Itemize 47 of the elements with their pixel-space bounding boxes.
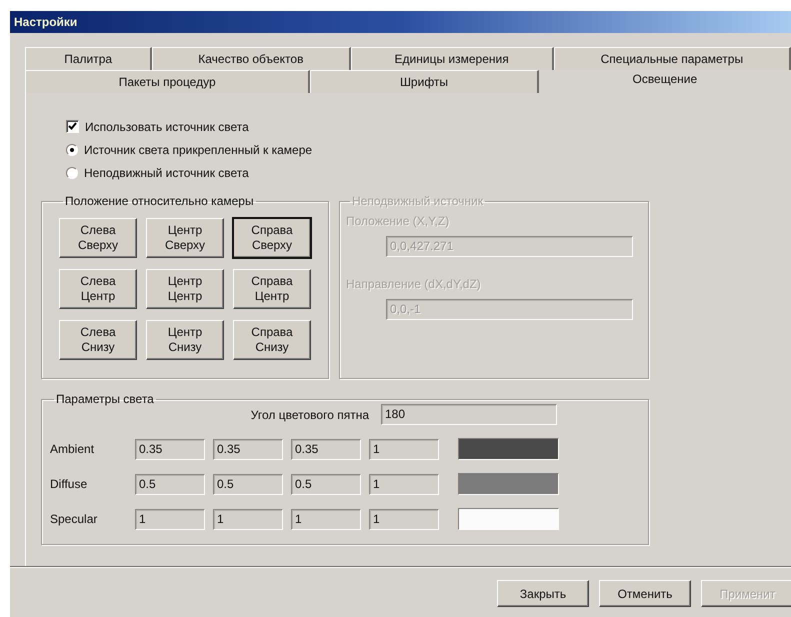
group-title: Неподвижный источник: [351, 194, 484, 208]
tab[interactable]: Качество объектов: [152, 47, 350, 70]
position-button[interactable]: Справа Центр: [233, 269, 311, 309]
color-swatch[interactable]: [458, 473, 559, 495]
input-field[interactable]: 1: [213, 508, 283, 530]
input-field[interactable]: 0.5: [213, 474, 283, 494]
window-title: Настройки: [14, 15, 78, 29]
input-field[interactable]: 1: [135, 508, 205, 530]
checkbox-label: Использовать источник света: [85, 120, 249, 134]
position-button[interactable]: Слева Снизу: [59, 320, 137, 360]
input-field[interactable]: 1: [369, 474, 439, 494]
position-button[interactable]: Центр Сверху: [146, 218, 224, 258]
position-button[interactable]: Слева Центр: [59, 269, 137, 309]
input-field[interactable]: 0.35: [213, 438, 283, 460]
radio-label: Неподвижный источник света: [84, 166, 249, 180]
input-field[interactable]: 1: [369, 438, 439, 460]
color-swatch[interactable]: [458, 438, 559, 460]
group-title: Параметры света: [55, 392, 155, 406]
checkbox[interactable]: [66, 120, 79, 133]
group-title: Положение относительно камеры: [64, 194, 255, 208]
input-field[interactable]: 1: [369, 508, 439, 530]
radio-button[interactable]: [66, 166, 78, 178]
color-swatch[interactable]: [458, 508, 559, 530]
position-button[interactable]: Справа Сверху: [233, 218, 311, 258]
row-label: Ambient: [50, 442, 96, 456]
input-field[interactable]: 0.5: [291, 474, 361, 494]
input-field[interactable]: 0.35: [291, 438, 361, 460]
tab[interactable]: Пакеты процедур: [25, 70, 310, 93]
row-label: Specular: [50, 512, 98, 526]
input-field[interactable]: 1: [291, 508, 361, 530]
radio-label: Источник света прикрепленный к камере: [84, 142, 312, 156]
input-field[interactable]: 0.35: [135, 438, 205, 460]
radio-button[interactable]: [66, 144, 78, 156]
position-button[interactable]: Центр Центр: [146, 269, 224, 309]
tab[interactable]: Специальные параметры: [554, 47, 791, 70]
input-field[interactable]: 0.5: [135, 474, 205, 494]
tab[interactable]: Шрифты: [310, 70, 539, 93]
field-label: Угол цветового пятна: [250, 408, 369, 422]
tab[interactable]: Палитра: [25, 47, 152, 70]
position-button[interactable]: Слева Сверху: [59, 218, 137, 258]
position-button[interactable]: Центр Снизу: [146, 320, 224, 360]
dialog-button[interactable]: Отменить: [599, 580, 691, 607]
position-button[interactable]: Справа Снизу: [233, 320, 311, 360]
row-label: Diffuse: [50, 477, 88, 491]
input-field[interactable]: 180: [381, 404, 557, 425]
tab[interactable]: Единицы измерения: [350, 47, 554, 70]
dialog-button[interactable]: Закрыть: [497, 580, 589, 607]
